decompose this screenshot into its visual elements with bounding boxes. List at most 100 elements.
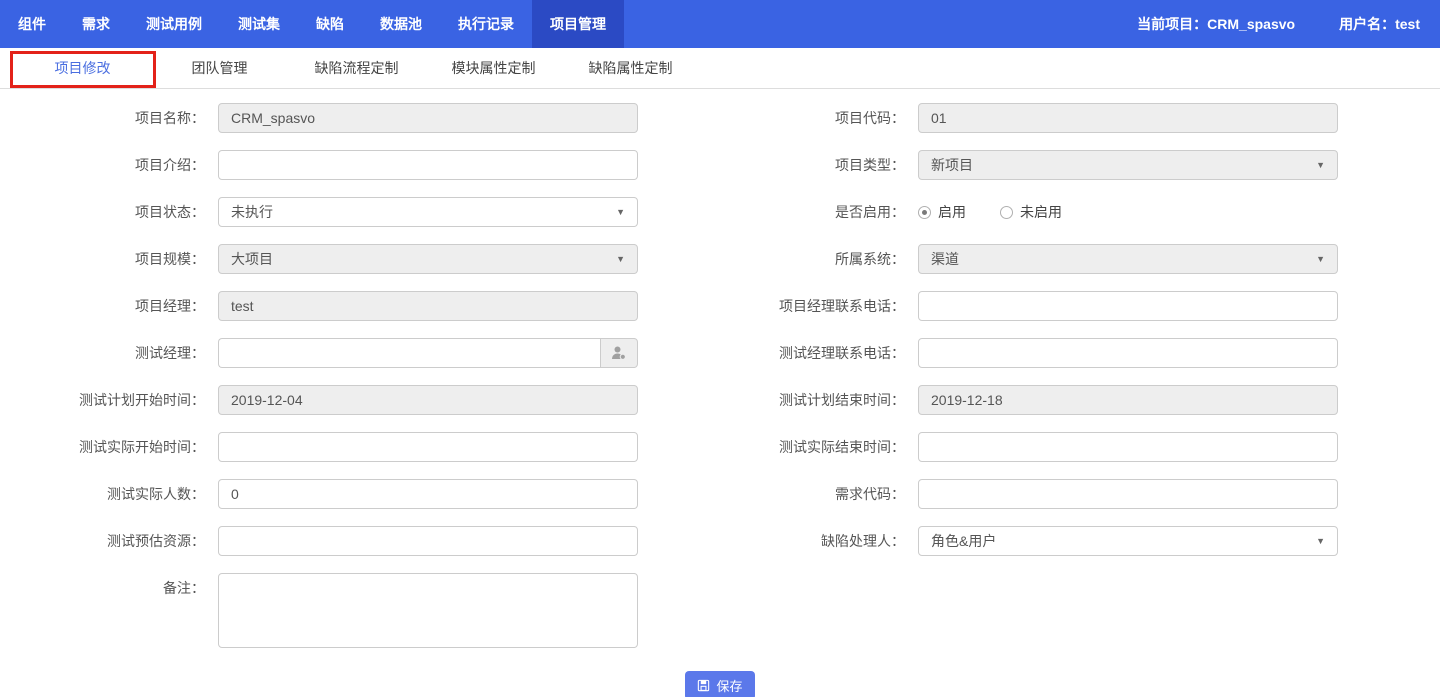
top-navbar: 组件 需求 测试用例 测试集 缺陷 数据池 执行记录 项目管理 当前项目：CRM… <box>0 0 1440 48</box>
chevron-down-icon: ▼ <box>1316 254 1325 264</box>
test-manager-label: 测试经理： <box>0 338 218 368</box>
save-floppy-icon <box>697 679 710 692</box>
nav-item-requirements[interactable]: 需求 <box>64 0 128 48</box>
field-defect-handler: 缺陷处理人： 角色&用户 ▼ <box>720 526 1440 556</box>
nav-item-test-cases[interactable]: 测试用例 <box>128 0 220 48</box>
project-edit-form: 项目名称： 项目介绍： 项目状态： 未执行 ▼ 项目规模： 大项目 ▼ 项目经理… <box>0 89 1440 665</box>
project-manager-input[interactable] <box>218 291 638 321</box>
tm-phone-input[interactable] <box>918 338 1338 368</box>
test-manager-input[interactable] <box>218 338 600 368</box>
project-type-select[interactable]: 新项目 ▼ <box>918 150 1338 180</box>
defect-handler-select[interactable]: 角色&用户 ▼ <box>918 526 1338 556</box>
form-column-left: 项目名称： 项目介绍： 项目状态： 未执行 ▼ 项目规模： 大项目 ▼ 项目经理… <box>0 103 720 665</box>
radio-disabled-label: 未启用 <box>1020 202 1062 222</box>
system-select[interactable]: 渠道 ▼ <box>918 244 1338 274</box>
tab-module-attr-custom[interactable]: 模块属性定制 <box>425 58 562 78</box>
estimated-resource-label: 测试预估资源： <box>0 526 218 556</box>
field-project-scale: 项目规模： 大项目 ▼ <box>0 244 720 274</box>
radio-enabled[interactable]: 启用 <box>918 202 966 222</box>
field-pm-phone: 项目经理联系电话： <box>720 291 1440 321</box>
nav-item-test-sets[interactable]: 测试集 <box>220 0 298 48</box>
field-project-status: 项目状态： 未执行 ▼ <box>0 197 720 227</box>
field-estimated-resource: 测试预估资源： <box>0 526 720 556</box>
field-enabled: 是否启用： 启用 未启用 <box>720 197 1440 227</box>
chevron-down-icon: ▼ <box>616 254 625 264</box>
field-project-manager: 项目经理： <box>0 291 720 321</box>
current-project-label: 当前项目：CRM_spasvo <box>1137 0 1295 48</box>
tab-defect-attr-custom[interactable]: 缺陷属性定制 <box>562 58 699 78</box>
save-button[interactable]: 保存 <box>685 671 754 697</box>
nav-item-data-pool[interactable]: 数据池 <box>362 0 440 48</box>
project-intro-input[interactable] <box>218 150 638 180</box>
chevron-down-icon: ▼ <box>1316 536 1325 546</box>
req-code-label: 需求代码： <box>720 479 918 509</box>
project-status-value: 未执行 <box>231 202 273 222</box>
field-actual-start: 测试实际开始时间： <box>0 432 720 462</box>
plan-start-input[interactable] <box>218 385 638 415</box>
nav-item-project-management[interactable]: 项目管理 <box>532 0 624 48</box>
pm-phone-input[interactable] <box>918 291 1338 321</box>
project-type-value: 新项目 <box>931 155 973 175</box>
field-actual-end: 测试实际结束时间： <box>720 432 1440 462</box>
project-intro-label: 项目介绍： <box>0 150 218 180</box>
test-manager-input-group <box>218 338 638 368</box>
tab-team-management[interactable]: 团队管理 <box>151 58 288 78</box>
req-code-input[interactable] <box>918 479 1338 509</box>
actual-people-label: 测试实际人数： <box>0 479 218 509</box>
remark-textarea[interactable] <box>218 573 638 648</box>
estimated-resource-input[interactable] <box>218 526 638 556</box>
field-plan-start: 测试计划开始时间： <box>0 385 720 415</box>
field-actual-people: 测试实际人数： <box>0 479 720 509</box>
field-test-manager: 测试经理： <box>0 338 720 368</box>
remark-label: 备注： <box>0 573 218 603</box>
chevron-down-icon: ▼ <box>1316 160 1325 170</box>
tab-project-edit[interactable]: 项目修改 <box>14 58 151 78</box>
chevron-down-icon: ▼ <box>616 207 625 217</box>
plan-end-label: 测试计划结束时间： <box>720 385 918 415</box>
field-tm-phone: 测试经理联系电话： <box>720 338 1440 368</box>
actual-people-input[interactable] <box>218 479 638 509</box>
nav-item-defects[interactable]: 缺陷 <box>298 0 362 48</box>
form-actions: 保存 <box>0 671 1440 697</box>
enabled-radio-group: 启用 未启用 <box>918 197 1062 227</box>
actual-end-input[interactable] <box>918 432 1338 462</box>
field-project-type: 项目类型： 新项目 ▼ <box>720 150 1440 180</box>
enabled-label: 是否启用： <box>720 197 918 227</box>
project-scale-value: 大项目 <box>231 249 273 269</box>
radio-enabled-label: 启用 <box>938 202 966 222</box>
field-plan-end: 测试计划结束时间： <box>720 385 1440 415</box>
form-column-right: 项目代码： 项目类型： 新项目 ▼ 是否启用： 启用 未启用 <box>720 103 1440 665</box>
field-project-code: 项目代码： <box>720 103 1440 133</box>
select-user-button[interactable] <box>600 338 638 368</box>
field-req-code: 需求代码： <box>720 479 1440 509</box>
nav-item-components[interactable]: 组件 <box>0 0 64 48</box>
project-status-select[interactable]: 未执行 ▼ <box>218 197 638 227</box>
field-system: 所属系统： 渠道 ▼ <box>720 244 1440 274</box>
sub-tabbar: 项目修改 团队管理 缺陷流程定制 模块属性定制 缺陷属性定制 <box>0 48 1440 89</box>
radio-disabled[interactable]: 未启用 <box>1000 202 1062 222</box>
radio-checked-icon <box>918 206 931 219</box>
nav-item-execution-records[interactable]: 执行记录 <box>440 0 532 48</box>
username-label: 用户名：test <box>1339 0 1420 48</box>
tab-defect-flow-custom[interactable]: 缺陷流程定制 <box>288 58 425 78</box>
defect-handler-label: 缺陷处理人： <box>720 526 918 556</box>
project-name-input[interactable] <box>218 103 638 133</box>
plan-end-input[interactable] <box>918 385 1338 415</box>
plan-start-label: 测试计划开始时间： <box>0 385 218 415</box>
project-code-input[interactable] <box>918 103 1338 133</box>
project-scale-label: 项目规模： <box>0 244 218 274</box>
actual-end-label: 测试实际结束时间： <box>720 432 918 462</box>
project-manager-label: 项目经理： <box>0 291 218 321</box>
project-name-label: 项目名称： <box>0 103 218 133</box>
system-value: 渠道 <box>931 249 959 269</box>
actual-start-input[interactable] <box>218 432 638 462</box>
field-project-name: 项目名称： <box>0 103 720 133</box>
pm-phone-label: 项目经理联系电话： <box>720 291 918 321</box>
project-scale-select[interactable]: 大项目 ▼ <box>218 244 638 274</box>
add-user-icon <box>611 345 627 361</box>
field-remark: 备注： <box>0 573 720 648</box>
defect-handler-value: 角色&用户 <box>931 531 996 551</box>
system-label: 所属系统： <box>720 244 918 274</box>
project-code-label: 项目代码： <box>720 103 918 133</box>
radio-unchecked-icon <box>1000 206 1013 219</box>
